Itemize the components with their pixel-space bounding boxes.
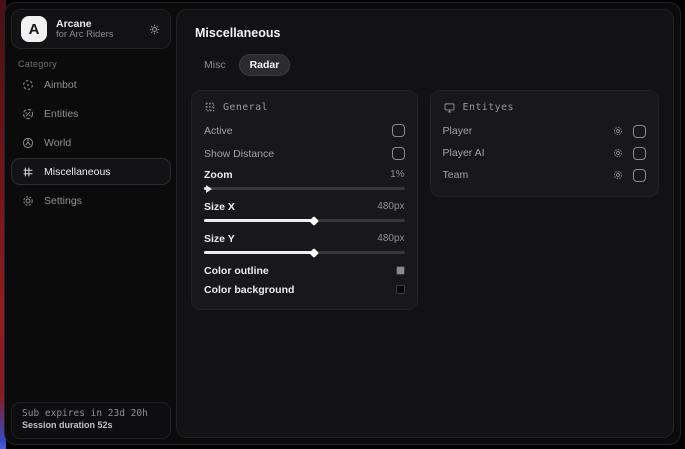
sidebar-item-entities[interactable]: Entities [11, 100, 171, 127]
row-zoom: Zoom 1% [204, 165, 405, 184]
sidebar-item-label: Settings [44, 195, 82, 207]
tab-radar[interactable]: Radar [239, 54, 291, 76]
player-ai-checkbox[interactable] [633, 147, 646, 160]
sidebar-item-miscellaneous[interactable]: Miscellaneous [11, 158, 171, 185]
color-outline-label: Color outline [204, 265, 269, 277]
player-label: Player [443, 125, 603, 137]
sub-expires-text: Sub expires in 23d 20h [22, 408, 160, 419]
globe-icon [21, 136, 35, 150]
player-checkbox[interactable] [633, 125, 646, 138]
gear-icon [21, 194, 35, 208]
entities-card-title: Entityes [463, 102, 514, 113]
sidebar: A Arcane for Arc Riders Category [5, 3, 176, 444]
row-team: Team [443, 164, 646, 186]
sidebar-item-label: Entities [44, 108, 78, 120]
team-checkbox[interactable] [633, 169, 646, 182]
app-window: A Arcane for Arc Riders Category [4, 2, 681, 445]
zoom-value: 1% [390, 169, 404, 180]
brand-name: Arcane [56, 18, 139, 30]
main-panel: Miscellaneous Misc Radar General Active [176, 9, 674, 438]
player-ai-label: Player AI [443, 147, 603, 159]
show-distance-label: Show Distance [204, 148, 274, 160]
sidebar-item-label: Miscellaneous [44, 166, 111, 178]
size-x-label: Size X [204, 201, 235, 213]
brand-card: A Arcane for Arc Riders [11, 9, 171, 49]
brand-subtitle: for Arc Riders [56, 30, 139, 41]
avatar: A [21, 16, 47, 42]
row-size-y: Size Y 480px [204, 229, 405, 248]
general-card: General Active Show Distance Zoom 1% [191, 90, 418, 310]
row-color-background: Color background [204, 280, 405, 299]
team-label: Team [443, 169, 603, 181]
row-color-outline: Color outline [204, 261, 405, 280]
team-settings-gear-icon[interactable] [612, 169, 624, 181]
session-duration-text: Session duration 52s [22, 420, 160, 430]
size-y-slider[interactable] [204, 251, 405, 254]
sidebar-nav: Aimbot Entities [11, 71, 171, 216]
sidebar-item-label: Aimbot [44, 79, 77, 91]
row-player-ai: Player AI [443, 142, 646, 164]
active-checkbox[interactable] [392, 124, 405, 137]
sidebar-item-world[interactable]: World [11, 129, 171, 156]
tab-misc[interactable]: Misc [193, 54, 237, 76]
sidebar-item-label: World [44, 137, 71, 149]
size-y-slider-thumb[interactable] [309, 248, 319, 258]
size-x-slider[interactable] [204, 219, 405, 222]
category-label: Category [18, 59, 57, 69]
entities-icon [21, 107, 35, 121]
general-icon [204, 101, 216, 113]
size-y-label: Size Y [204, 233, 235, 245]
size-x-slider-thumb[interactable] [309, 216, 319, 226]
grid-icon [21, 165, 35, 179]
color-background-swatch[interactable] [396, 285, 405, 294]
crosshair-icon [21, 78, 35, 92]
monitor-icon [443, 101, 456, 114]
player-settings-gear-icon[interactable] [612, 125, 624, 137]
sidebar-item-aimbot[interactable]: Aimbot [11, 71, 171, 98]
brand-gear-icon[interactable] [148, 23, 161, 36]
row-player: Player [443, 120, 646, 142]
entities-card: Entityes Player Player AI [430, 90, 659, 197]
tab-bar: Misc Radar [177, 40, 673, 88]
active-label: Active [204, 125, 233, 137]
color-outline-swatch[interactable] [396, 266, 405, 275]
subscription-box: Sub expires in 23d 20h Session duration … [11, 402, 171, 439]
color-background-label: Color background [204, 284, 294, 296]
size-x-value: 480px [377, 201, 404, 212]
zoom-slider-thumb[interactable] [206, 185, 212, 193]
size-y-value: 480px [377, 233, 404, 244]
row-show-distance: Show Distance [204, 142, 405, 165]
row-active: Active [204, 119, 405, 142]
general-card-title: General [223, 102, 268, 113]
page-title: Miscellaneous [177, 10, 673, 40]
show-distance-checkbox[interactable] [392, 147, 405, 160]
zoom-slider[interactable] [204, 187, 405, 190]
player-ai-settings-gear-icon[interactable] [612, 147, 624, 159]
row-size-x: Size X 480px [204, 197, 405, 216]
sidebar-item-settings[interactable]: Settings [11, 187, 171, 214]
zoom-label: Zoom [204, 169, 233, 181]
